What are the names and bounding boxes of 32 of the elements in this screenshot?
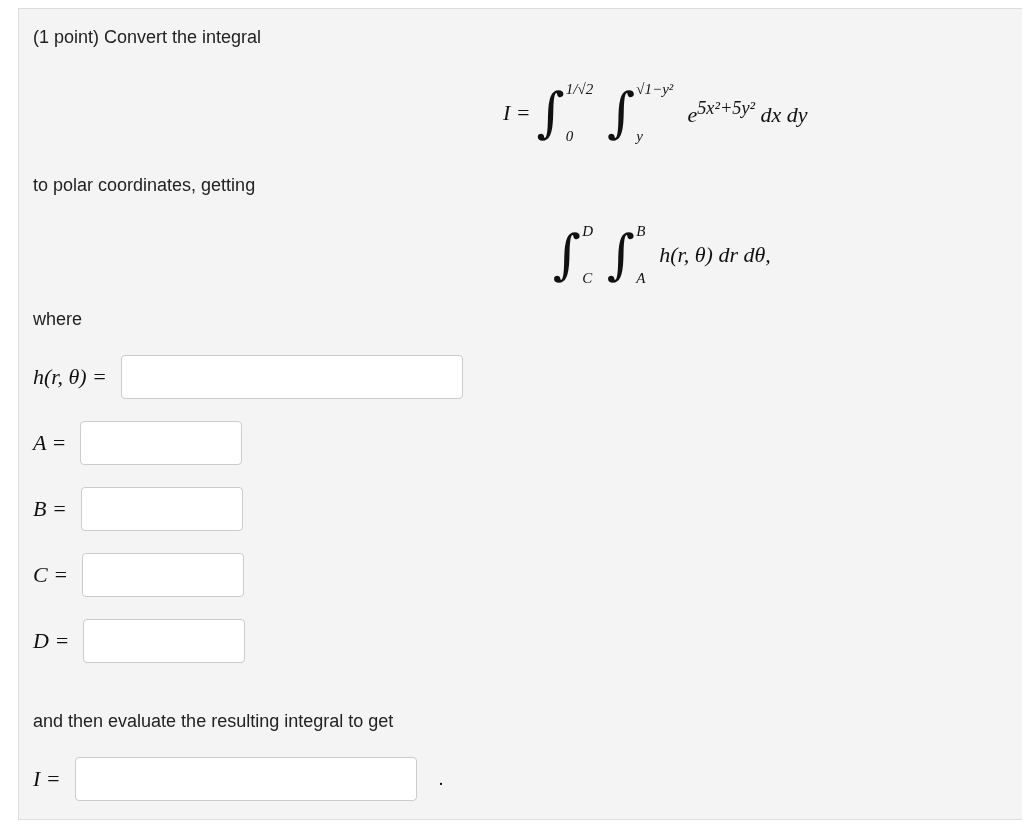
- lower-limit: y: [636, 128, 645, 145]
- question-text: and then evaluate the resulting integral to get: [33, 710, 395, 733]
- answer-label: D =: [33, 628, 70, 654]
- answer-field[interactable]: [80, 421, 243, 465]
- question-text: to polar coordinates, getting: [33, 174, 257, 197]
- answer-field[interactable]: [74, 757, 417, 801]
- answer-field[interactable]: [83, 619, 246, 663]
- answer-label: I =: [33, 766, 61, 792]
- answer-field[interactable]: [82, 553, 245, 597]
- integral-sign: ∫: [553, 223, 582, 287]
- answer-label: C =: [33, 562, 69, 588]
- formula-lhs: I =: [503, 100, 531, 126]
- upper-limit: 1/√2: [565, 81, 594, 98]
- upper-limit: D: [582, 223, 593, 240]
- lower-limit: 0: [565, 128, 575, 145]
- integrand: e$^{5x²+5y²}$ dx dy: [687, 97, 808, 129]
- integral-sign: ∫: [607, 223, 636, 287]
- lower-limit: A: [636, 270, 646, 287]
- lower-limit: C: [582, 270, 593, 287]
- answer-label: A =: [33, 430, 67, 456]
- upper-limit: B: [636, 223, 646, 240]
- answer-label: B =: [33, 496, 67, 522]
- period-text: .: [438, 768, 444, 790]
- integrand: h(r, θ) dr dθ,: [659, 242, 771, 268]
- answer-field[interactable]: [120, 355, 463, 399]
- answer-field[interactable]: [80, 487, 243, 531]
- question-text: where: [33, 308, 84, 331]
- upper-limit: √1−y²: [636, 81, 674, 98]
- integral-sign: ∫: [607, 81, 636, 145]
- answer-label: h(r, θ) =: [33, 364, 107, 390]
- question-text: (1 point) Convert the integral: [33, 26, 263, 49]
- integral-sign: ∫: [536, 81, 565, 145]
